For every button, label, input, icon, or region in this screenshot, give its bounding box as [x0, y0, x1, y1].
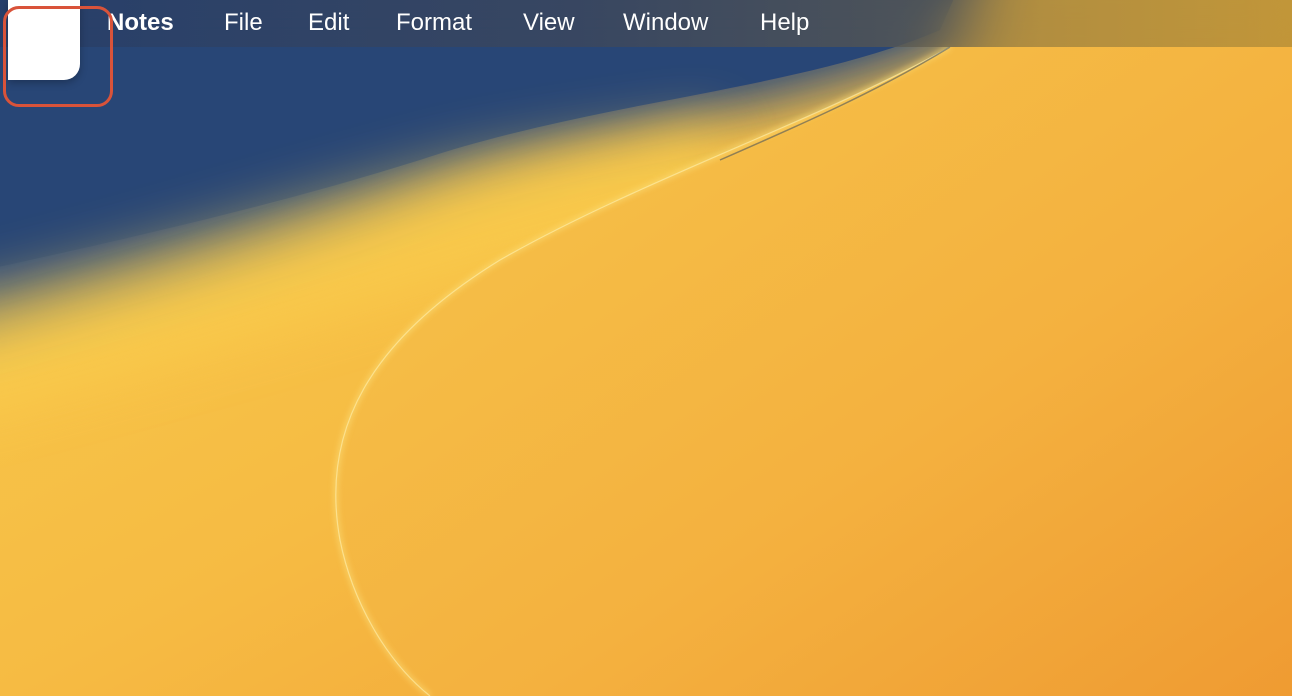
menu-bar: Notes File Edit Format View Window Help [0, 0, 1292, 47]
menu-app-notes[interactable]: Notes [107, 0, 174, 47]
menu-file[interactable]: File [224, 0, 263, 47]
menu-items: Notes File Edit Format View Window Help [0, 0, 1292, 47]
menu-window[interactable]: Window [623, 0, 708, 47]
menu-help[interactable]: Help [760, 0, 809, 47]
menu-view[interactable]: View [523, 0, 575, 47]
menu-format[interactable]: Format [396, 0, 472, 47]
desktop-wallpaper [0, 0, 1292, 696]
menu-edit[interactable]: Edit [308, 0, 349, 47]
apple-menu-button[interactable] [8, 0, 80, 80]
